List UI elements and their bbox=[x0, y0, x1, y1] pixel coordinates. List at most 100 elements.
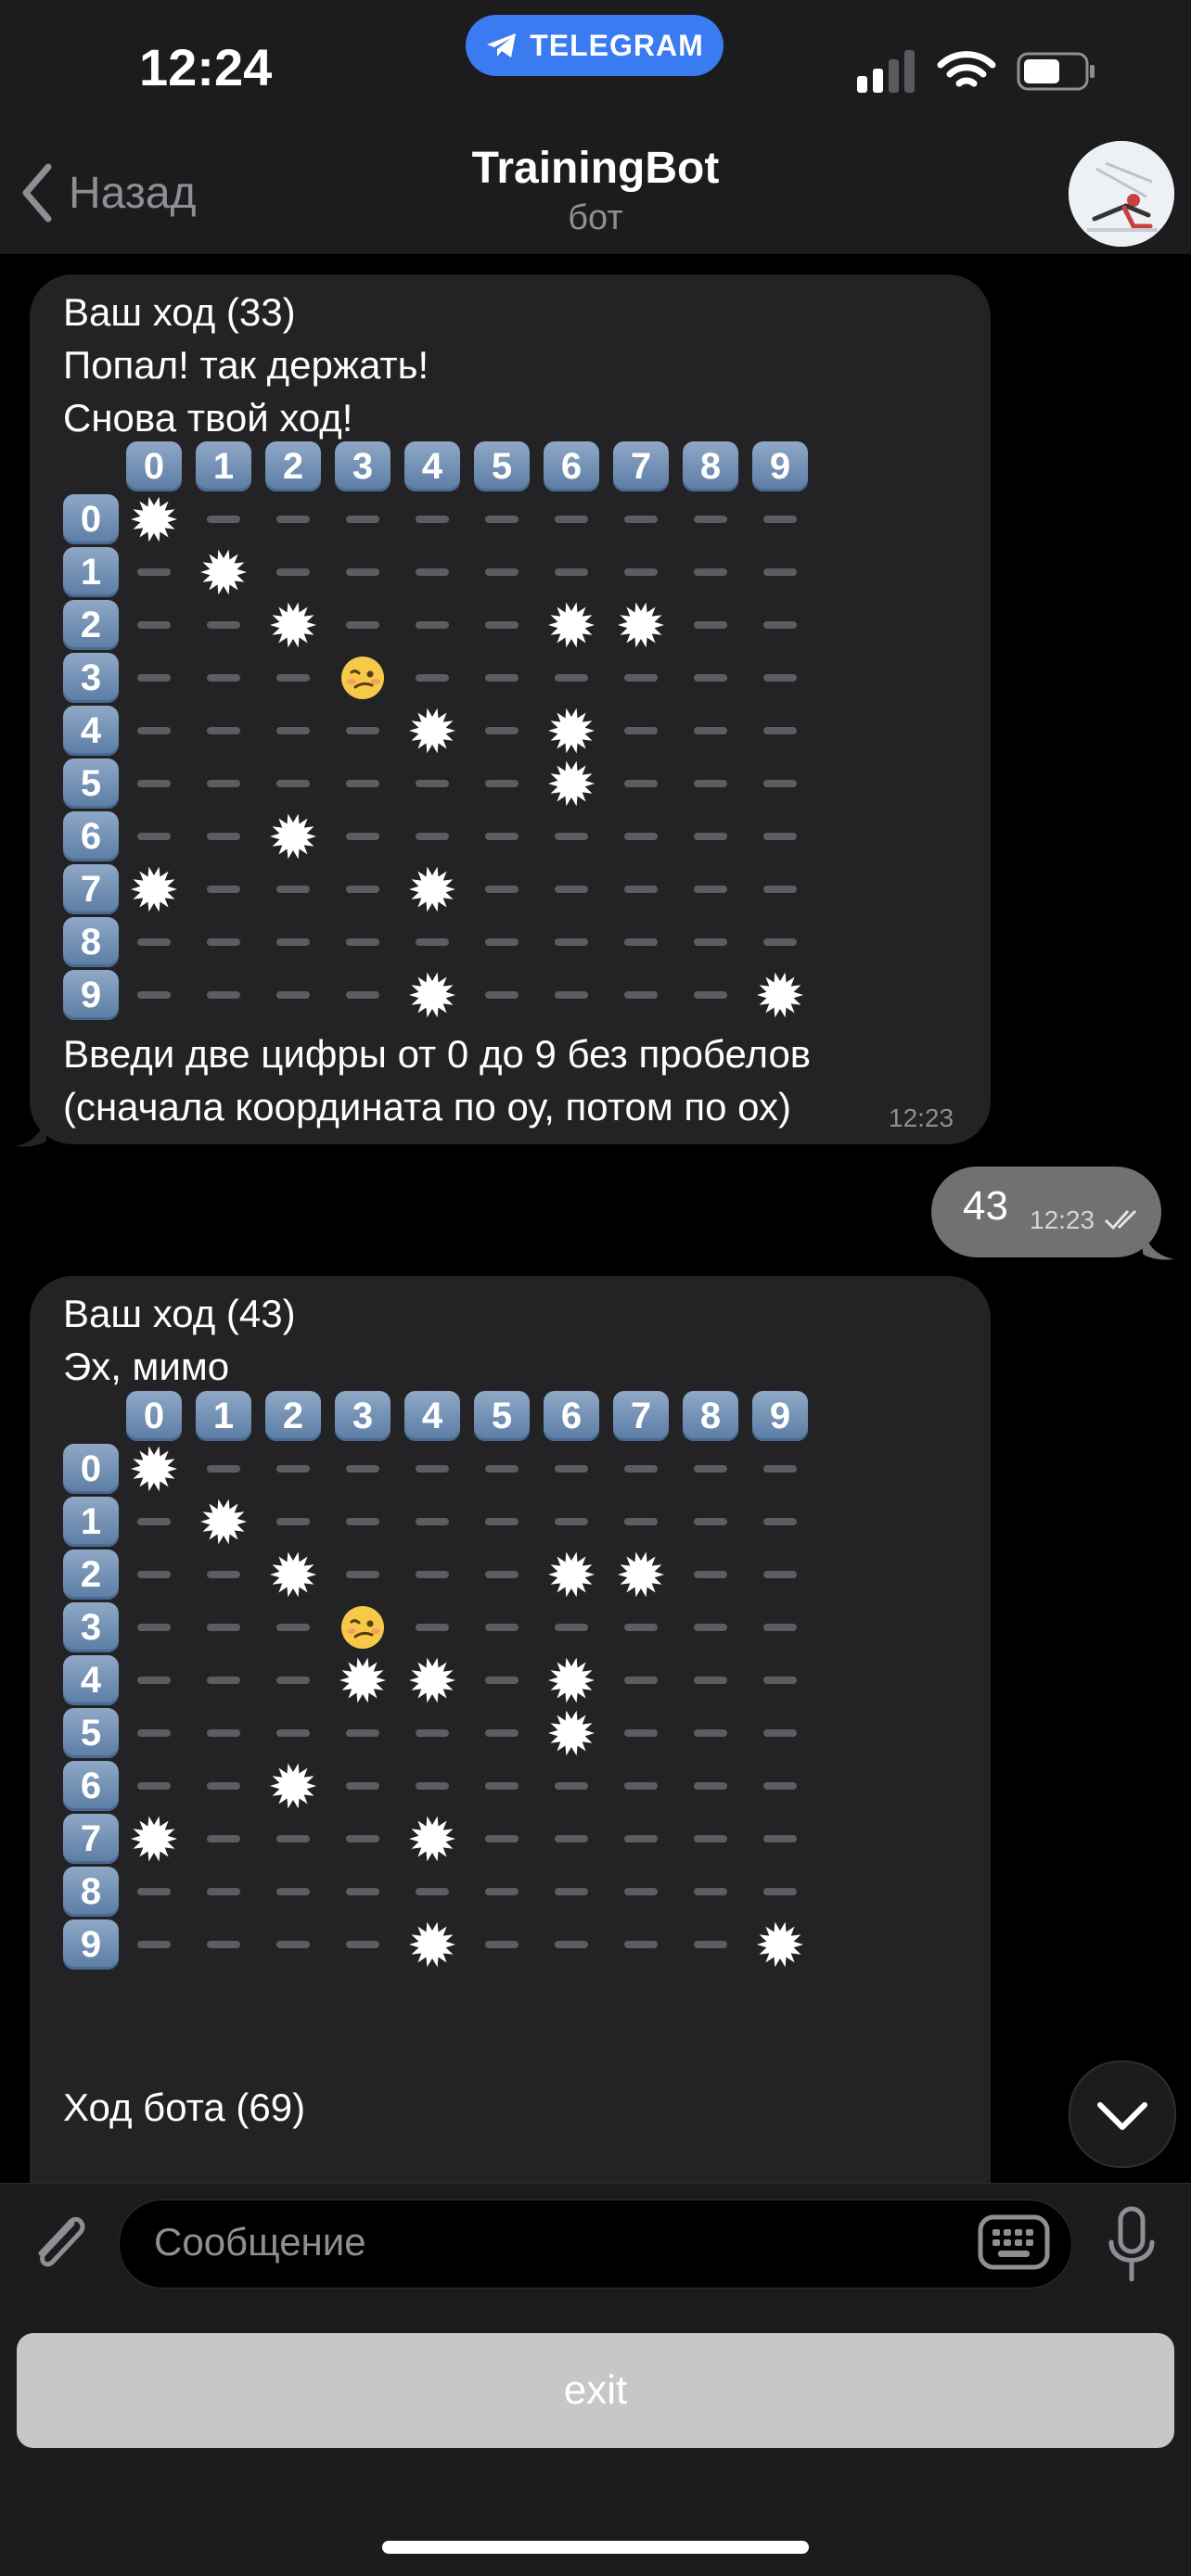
collision-icon bbox=[548, 1710, 595, 1756]
row-header: 7 bbox=[63, 1814, 119, 1864]
empty-cell bbox=[555, 1941, 588, 1948]
empty-cell bbox=[137, 1941, 171, 1948]
collision-icon bbox=[270, 1763, 316, 1809]
collision-icon bbox=[200, 1498, 247, 1545]
empty-cell bbox=[485, 1782, 519, 1790]
status-time: 12:24 bbox=[139, 38, 273, 96]
column-header: 6 bbox=[544, 441, 599, 491]
row-header: 0 bbox=[63, 1444, 119, 1494]
empty-cell bbox=[346, 568, 379, 576]
woozy-face-icon bbox=[341, 1606, 384, 1649]
empty-cell bbox=[555, 1782, 588, 1790]
empty-cell bbox=[763, 1729, 797, 1737]
collision-icon bbox=[548, 760, 595, 807]
collision-icon bbox=[618, 1551, 664, 1598]
empty-cell bbox=[624, 991, 658, 999]
empty-cell bbox=[624, 886, 658, 893]
empty-cell bbox=[763, 1888, 797, 1895]
column-header: 1 bbox=[196, 441, 251, 491]
collision-icon bbox=[548, 602, 595, 648]
empty-cell bbox=[276, 568, 310, 576]
empty-cell bbox=[763, 1835, 797, 1843]
paperclip-icon[interactable] bbox=[24, 2205, 95, 2279]
message-line: Снова твой ход! bbox=[63, 396, 353, 440]
keyboard-toggle-icon[interactable] bbox=[978, 2214, 1050, 2270]
empty-cell bbox=[624, 1888, 658, 1895]
empty-cell bbox=[346, 833, 379, 840]
row-header: 9 bbox=[63, 970, 119, 1020]
empty-cell bbox=[416, 1465, 449, 1473]
empty-cell bbox=[485, 621, 519, 629]
empty-cell bbox=[763, 568, 797, 576]
empty-cell bbox=[485, 886, 519, 893]
empty-cell bbox=[346, 1888, 379, 1895]
column-header: 6 bbox=[544, 1391, 599, 1441]
column-header: 8 bbox=[683, 441, 738, 491]
column-header: 7 bbox=[613, 441, 669, 491]
row-header: 1 bbox=[63, 1497, 119, 1547]
empty-cell bbox=[276, 1465, 310, 1473]
column-header: 4 bbox=[404, 1391, 460, 1441]
empty-cell bbox=[555, 1835, 588, 1843]
empty-cell bbox=[694, 991, 727, 999]
message-bubble-outgoing: 43 12:23 bbox=[931, 1167, 1161, 1257]
empty-cell bbox=[207, 1465, 240, 1473]
empty-cell bbox=[763, 1782, 797, 1790]
empty-cell bbox=[694, 886, 727, 893]
empty-cell bbox=[763, 1571, 797, 1578]
row-header: 2 bbox=[63, 600, 119, 650]
message-time: 12:23 bbox=[889, 1103, 954, 1132]
column-header: 4 bbox=[404, 441, 460, 491]
empty-cell bbox=[207, 1941, 240, 1948]
column-header: 0 bbox=[126, 441, 182, 491]
empty-cell bbox=[207, 1835, 240, 1843]
woozy-face-icon bbox=[341, 657, 384, 699]
row-header: 8 bbox=[63, 1867, 119, 1917]
row-header: 6 bbox=[63, 811, 119, 861]
empty-cell bbox=[207, 886, 240, 893]
microphone-icon[interactable] bbox=[1104, 2205, 1159, 2285]
empty-cell bbox=[276, 516, 310, 523]
collision-icon bbox=[409, 708, 455, 754]
bot-avatar[interactable] bbox=[1069, 141, 1174, 247]
empty-cell bbox=[207, 516, 240, 523]
empty-cell bbox=[485, 516, 519, 523]
row-header: 1 bbox=[63, 547, 119, 597]
bubble-tail bbox=[1143, 1222, 1174, 1260]
empty-cell bbox=[485, 1624, 519, 1631]
chat-subtitle: бот bbox=[568, 198, 623, 237]
collision-icon bbox=[409, 1816, 455, 1862]
game-board: 01234567890123456789 bbox=[63, 441, 861, 1020]
collision-icon bbox=[757, 972, 803, 1018]
row-header: 8 bbox=[63, 917, 119, 967]
empty-cell bbox=[137, 1677, 171, 1684]
empty-cell bbox=[485, 568, 519, 576]
telegram-pill-label: TELEGRAM bbox=[530, 28, 704, 62]
empty-cell bbox=[137, 1782, 171, 1790]
empty-cell bbox=[207, 991, 240, 999]
empty-cell bbox=[694, 568, 727, 576]
empty-cell bbox=[207, 1677, 240, 1684]
empty-cell bbox=[207, 1729, 240, 1737]
collision-icon bbox=[200, 549, 247, 595]
empty-cell bbox=[207, 621, 240, 629]
row-header: 4 bbox=[63, 1655, 119, 1705]
telegram-pill[interactable]: TELEGRAM bbox=[466, 15, 724, 76]
row-header: 7 bbox=[63, 864, 119, 914]
empty-cell bbox=[207, 780, 240, 787]
empty-cell bbox=[137, 674, 171, 682]
empty-cell bbox=[276, 886, 310, 893]
empty-cell bbox=[694, 1465, 727, 1473]
empty-cell bbox=[416, 1571, 449, 1578]
message-line: Ваш ход (43) bbox=[63, 1292, 296, 1335]
empty-cell bbox=[555, 938, 588, 946]
exit-button[interactable]: exit bbox=[17, 2333, 1174, 2448]
empty-cell bbox=[624, 516, 658, 523]
scroll-down-button[interactable] bbox=[1069, 2060, 1176, 2168]
empty-cell bbox=[276, 780, 310, 787]
message-line: Эх, мимо bbox=[63, 1345, 230, 1388]
empty-cell bbox=[207, 674, 240, 682]
empty-cell bbox=[137, 1888, 171, 1895]
empty-cell bbox=[207, 1624, 240, 1631]
empty-cell bbox=[694, 1624, 727, 1631]
